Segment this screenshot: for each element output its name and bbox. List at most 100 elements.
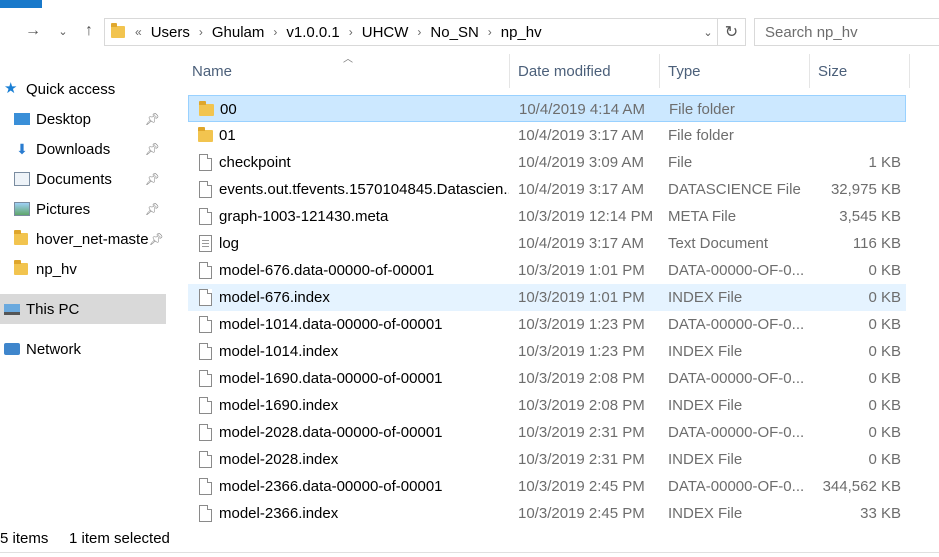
nav-documents[interactable]: Documents 📌︎ (14, 164, 166, 194)
file-icon (196, 176, 214, 203)
file-date-modified: 10/3/2019 12:14 PM (518, 208, 654, 225)
chevron-right-icon[interactable]: › (273, 25, 277, 39)
pictures-icon (14, 202, 30, 216)
file-row[interactable]: model-1014.data-00000-of-00001 10/3/2019 … (188, 311, 906, 338)
file-type: File folder (669, 101, 735, 118)
file-row[interactable]: model-2028.data-00000-of-00001 10/3/2019 … (188, 419, 906, 446)
file-row[interactable]: checkpoint 10/4/2019 3:09 AM File 1 KB (188, 149, 906, 176)
nav-label: Desktop (36, 110, 92, 128)
address-row: → ⌄ ↑ « Users › Ghulam › v1.0.0.1 › UHCW… (0, 12, 939, 50)
breadcrumb-version[interactable]: v1.0.0.1 (286, 24, 339, 41)
file-date-modified: 10/3/2019 1:23 PM (518, 316, 645, 333)
file-type: INDEX File (668, 289, 743, 306)
file-icon (196, 149, 214, 176)
nav-label: Pictures (36, 200, 91, 218)
file-date-modified: 10/3/2019 2:45 PM (518, 505, 645, 522)
address-bar[interactable]: « Users › Ghulam › v1.0.0.1 › UHCW › No_… (104, 18, 718, 46)
breadcrumb-no-sn[interactable]: No_SN (430, 24, 478, 41)
nav-quick-access[interactable]: ★ Quick access (4, 74, 170, 104)
pin-icon[interactable]: 📌︎ (145, 142, 160, 156)
file-date-modified: 10/3/2019 1:23 PM (518, 343, 645, 360)
file-type: DATA-00000-OF-0... (668, 316, 804, 333)
up-arrow-icon[interactable]: ↑ (78, 20, 100, 42)
file-row[interactable]: model-1014.index 10/3/2019 1:23 PM INDEX F… (188, 338, 906, 365)
file-row[interactable]: model-676.index 10/3/2019 1:01 PM INDEX Fi… (188, 284, 906, 311)
nav-downloads[interactable]: ⬇ Downloads 📌︎ (14, 134, 166, 164)
star-icon: ★ (4, 80, 18, 97)
file-size: 0 KB (868, 316, 901, 333)
file-row[interactable]: model-2028.index 10/3/2019 2:31 PM INDEX F… (188, 446, 906, 473)
nav-network[interactable]: Network (4, 334, 170, 364)
chevron-right-icon[interactable]: › (417, 25, 421, 39)
ribbon-tab-file[interactable] (0, 0, 42, 8)
file-type: File (668, 154, 693, 171)
column-header-name[interactable]: Name (188, 54, 510, 88)
nav-label: Network (26, 340, 82, 358)
file-row[interactable]: graph-1003-121430.meta 10/3/2019 12:14 PM… (188, 203, 906, 230)
breadcrumb-users[interactable]: Users (151, 24, 190, 41)
breadcrumb-ghulam[interactable]: Ghulam (212, 24, 265, 41)
file-row[interactable]: model-1690.index 10/3/2019 2:08 PM INDEX F… (188, 392, 906, 419)
file-date-modified: 10/4/2019 4:14 AM (519, 101, 645, 118)
nav-label: Downloads (36, 140, 111, 158)
nav-label: hover_net-maste (36, 230, 149, 248)
file-size (814, 96, 902, 123)
forward-arrow-icon[interactable]: → (22, 20, 44, 42)
file-name: model-1690.index (219, 397, 339, 414)
nav-label: Quick access (26, 80, 116, 98)
file-date-modified: 10/3/2019 1:01 PM (518, 262, 645, 279)
search-input[interactable]: Search np_hv (754, 18, 939, 46)
file-icon (196, 500, 214, 527)
file-row[interactable]: model-2366.index 10/3/2019 2:45 PM INDEX F… (188, 500, 906, 527)
folder-icon (14, 260, 30, 276)
file-size (813, 122, 901, 149)
nav-hover-net[interactable]: hover_net-maste 📌︎ (14, 224, 166, 254)
file-name: graph-1003-121430.meta (219, 208, 389, 225)
column-header-size[interactable]: Size (814, 54, 910, 88)
nav-pictures[interactable]: Pictures 📌︎ (14, 194, 166, 224)
file-row[interactable]: events.out.tfevents.1570104845.Datascien… (188, 176, 906, 203)
nav-np-hv[interactable]: np_hv (14, 254, 166, 284)
file-icon (196, 392, 214, 419)
pin-icon[interactable]: 📌︎ (149, 232, 164, 246)
ribbon-strip (0, 0, 939, 12)
file-date-modified: 10/3/2019 2:31 PM (518, 451, 645, 468)
file-row[interactable]: 00 10/4/2019 4:14 AM File folder (188, 95, 906, 122)
file-row[interactable]: 01 10/4/2019 3:17 AM File folder (188, 122, 906, 149)
file-row[interactable]: log 10/4/2019 3:17 AM Text Document 116 KB (188, 230, 906, 257)
file-size: 0 KB (868, 343, 901, 360)
column-header-type[interactable]: Type (664, 54, 810, 88)
recent-locations-chevron-icon[interactable]: ⌄ (52, 20, 74, 42)
file-type: DATA-00000-OF-0... (668, 478, 804, 495)
chevron-right-icon[interactable]: › (488, 25, 492, 39)
file-icon (196, 311, 214, 338)
file-type: Text Document (668, 235, 769, 252)
file-size: 32,975 KB (830, 181, 901, 198)
overflow-chevron-icon[interactable]: « (135, 25, 142, 39)
nav-desktop[interactable]: Desktop 📌︎ (14, 104, 166, 134)
file-size: 3,545 KB (839, 208, 901, 225)
file-row[interactable]: model-2366.data-00000-of-00001 10/3/2019 … (188, 473, 906, 500)
pin-icon[interactable]: 📌︎ (145, 112, 160, 126)
download-icon: ⬇ (16, 141, 28, 157)
file-date-modified: 10/3/2019 2:08 PM (518, 397, 645, 414)
column-header-date[interactable]: Date modified (514, 54, 660, 88)
documents-icon (14, 172, 30, 186)
file-date-modified: 10/3/2019 2:08 PM (518, 370, 645, 387)
breadcrumb-uhcw[interactable]: UHCW (362, 24, 409, 41)
pin-icon[interactable]: 📌︎ (145, 172, 160, 186)
pin-icon[interactable]: 📌︎ (145, 202, 160, 216)
chevron-right-icon[interactable]: › (349, 25, 353, 39)
refresh-icon[interactable]: ↻ (718, 18, 746, 46)
file-date-modified: 10/4/2019 3:09 AM (518, 154, 644, 171)
chevron-right-icon[interactable]: › (199, 25, 203, 39)
file-row[interactable]: model-676.data-00000-of-00001 10/3/2019 1… (188, 257, 906, 284)
file-name: model-2366.data-00000-of-00001 (219, 478, 443, 495)
file-size: 0 KB (868, 289, 901, 306)
file-row[interactable]: model-1690.data-00000-of-00001 10/3/2019 … (188, 365, 906, 392)
file-size: 1 KB (868, 154, 901, 171)
nav-this-pc[interactable]: This PC (0, 294, 166, 324)
breadcrumb-np-hv[interactable]: np_hv (501, 24, 542, 41)
status-item-count: 5 items (0, 530, 49, 547)
folder-icon (111, 23, 125, 38)
